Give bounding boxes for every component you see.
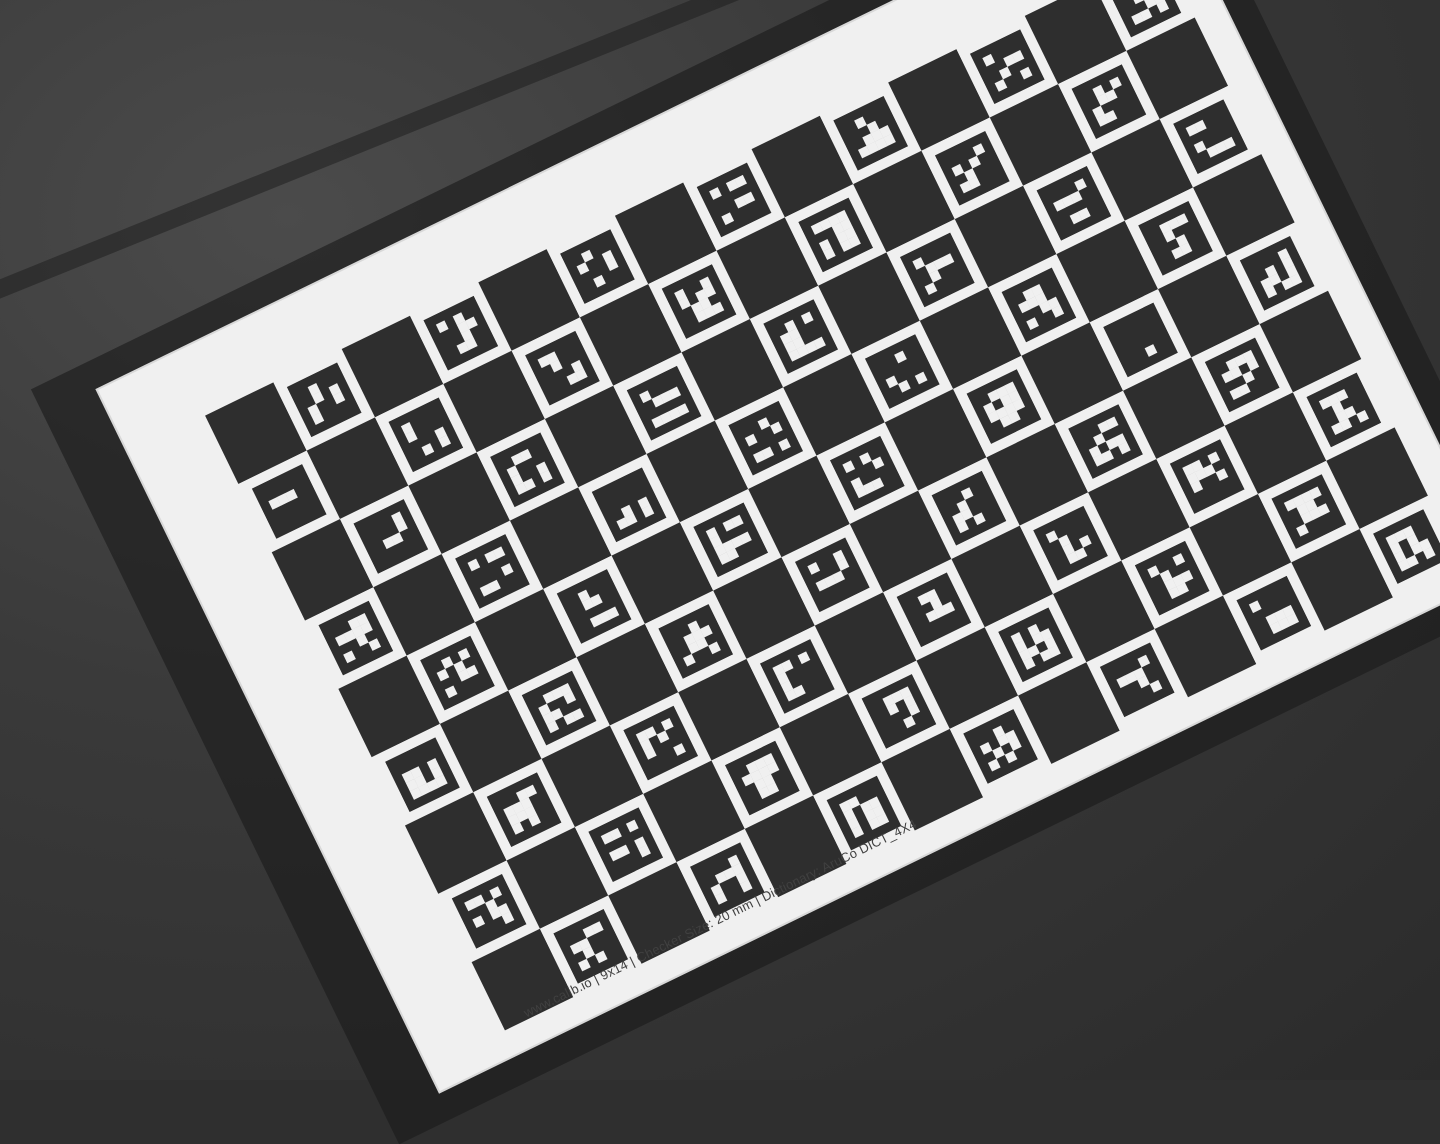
aruco-pattern-icon — [693, 502, 768, 577]
aruco-pattern-icon — [623, 706, 698, 781]
aruco-pattern-icon — [490, 432, 565, 507]
aruco-pattern-icon — [1001, 267, 1076, 342]
aruco-pattern-icon — [763, 299, 838, 374]
aruco-pattern-icon — [385, 737, 460, 812]
photo-scene: www.calib.io | 9x14 | Checker Size: 20 m… — [0, 0, 1440, 1080]
aruco-pattern-icon — [1100, 642, 1175, 717]
aruco-pattern-icon — [388, 397, 463, 472]
aruco-pattern-icon — [998, 607, 1073, 682]
aruco-pattern-icon — [525, 331, 600, 406]
aruco-pattern-icon — [487, 772, 562, 847]
aruco-pattern-icon — [1036, 166, 1111, 241]
aruco-pattern-icon — [420, 636, 495, 711]
aruco-pattern-icon — [830, 436, 905, 511]
aruco-pattern-icon — [662, 264, 737, 339]
aruco-pattern-icon — [1236, 576, 1311, 651]
aruco-pattern-icon — [252, 464, 327, 539]
aruco-pattern-icon — [760, 639, 835, 714]
aruco-pattern-icon — [728, 401, 803, 476]
aruco-pattern-icon — [1068, 404, 1143, 479]
aruco-pattern-icon — [725, 741, 800, 816]
aruco-pattern-icon — [865, 334, 940, 409]
aruco-pattern-icon — [966, 369, 1041, 444]
aruco-pattern-icon — [1135, 541, 1210, 616]
aruco-pattern-icon — [1170, 439, 1245, 514]
aruco-pattern-icon — [795, 537, 870, 612]
aruco-pattern-icon — [1306, 372, 1381, 447]
aruco-pattern-icon — [353, 499, 428, 574]
aruco-pattern-icon — [560, 229, 635, 304]
aruco-pattern-icon — [970, 29, 1045, 104]
aruco-pattern-icon — [287, 362, 362, 437]
aruco-pattern-icon — [557, 569, 632, 644]
aruco-pattern-icon — [1138, 201, 1213, 276]
aruco-pattern-icon — [318, 601, 393, 676]
aruco-pattern-icon — [1271, 474, 1346, 549]
aruco-pattern-icon — [423, 296, 498, 371]
aruco-pattern-icon — [900, 232, 975, 307]
aruco-pattern-icon — [1173, 99, 1248, 174]
aruco-pattern-icon — [1373, 509, 1440, 584]
aruco-pattern-icon — [932, 471, 1007, 546]
aruco-pattern-icon — [935, 131, 1010, 206]
aruco-pattern-icon — [452, 874, 527, 949]
aruco-pattern-icon — [1071, 64, 1146, 139]
aruco-pattern-icon — [588, 807, 663, 882]
aruco-pattern-icon — [897, 572, 972, 647]
aruco-pattern-icon — [963, 709, 1038, 784]
aruco-pattern-icon — [1240, 236, 1315, 311]
aruco-pattern-icon — [455, 534, 530, 609]
aruco-pattern-icon — [1103, 302, 1178, 377]
aruco-pattern-icon — [627, 366, 702, 441]
aruco-pattern-icon — [1205, 337, 1280, 412]
aruco-pattern-icon — [592, 467, 667, 542]
aruco-pattern-icon — [798, 197, 873, 272]
aruco-pattern-icon — [1033, 506, 1108, 581]
aruco-pattern-icon — [522, 671, 597, 746]
aruco-pattern-icon — [833, 96, 908, 171]
aruco-pattern-icon — [862, 674, 937, 749]
aruco-pattern-icon — [658, 604, 733, 679]
aruco-pattern-icon — [697, 162, 772, 237]
